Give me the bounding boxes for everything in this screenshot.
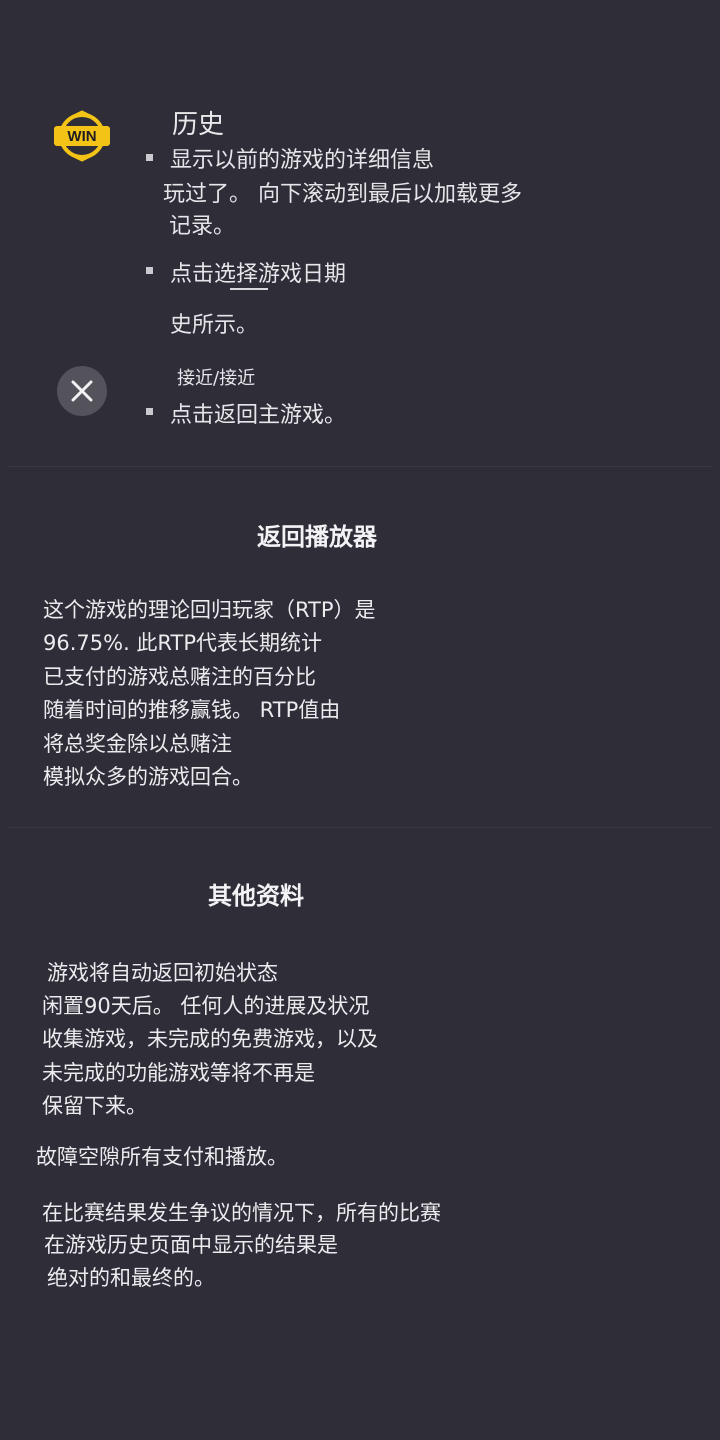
other-para3-line: 在游戏历史页面中显示的结果是 [44, 1233, 338, 1257]
rtp-line: 这个游戏的理论回归玩家（RTP）是 [43, 598, 376, 622]
other-para1-line: 未完成的功能游戏等将不再是 [42, 1061, 315, 1085]
other-para3-line: 绝对的和最终的。 [47, 1266, 215, 1290]
close-label: 接近/接近 [177, 368, 256, 389]
history-item1-line1: 显示以前的游戏的详细信息 [170, 148, 435, 173]
close-icon [71, 380, 93, 402]
bullet [146, 154, 153, 161]
game-rules-page: { "history": { "title": "历史", "item1_lin… [0, 0, 720, 1440]
history-item3-line: 点击返回主游戏。 [170, 403, 347, 428]
rtp-line: 将总奖金除以总赌注 [43, 732, 232, 756]
rtp-line: 96.75%. 此RTP代表长期统计 [43, 631, 322, 655]
history-item1-line3: 记录。 [169, 214, 236, 239]
win-badge-icon: WIN [50, 108, 114, 164]
underline-mark [230, 288, 268, 290]
svg-text:WIN: WIN [67, 128, 96, 145]
other-title: 其他资料 [208, 882, 304, 910]
history-item2-line2: 史所示。 [170, 313, 259, 338]
rtp-title: 返回播放器 [257, 523, 377, 551]
rtp-line: 随着时间的推移赢钱。 RTP值由 [43, 698, 341, 722]
history-item1-line2: 玩过了。 向下滚动到最后以加载更多 [163, 182, 522, 207]
other-para1-line: 闲置90天后。 任何人的进展及状况 [42, 994, 370, 1018]
section-divider [8, 466, 712, 467]
other-para1-line: 保留下来。 [42, 1094, 147, 1118]
section-divider [8, 827, 712, 828]
other-para3-line: 在比赛结果发生争议的情况下，所有的比赛 [42, 1201, 441, 1225]
other-para2: 故障空隙所有支付和播放。 [36, 1145, 288, 1169]
rtp-line: 模拟众多的游戏回合。 [43, 765, 253, 789]
bullet [146, 267, 153, 274]
history-title: 历史 [172, 110, 225, 140]
rtp-line: 已支付的游戏总赌注的百分比 [43, 665, 316, 689]
bullet [146, 408, 153, 415]
other-para1-line: 收集游戏，未完成的免费游戏，以及 [42, 1027, 378, 1051]
other-para1-line: 游戏将自动返回初始状态 [47, 961, 278, 985]
history-item2-line1: 点击选择游戏日期 [170, 262, 347, 287]
close-button[interactable] [57, 366, 107, 416]
